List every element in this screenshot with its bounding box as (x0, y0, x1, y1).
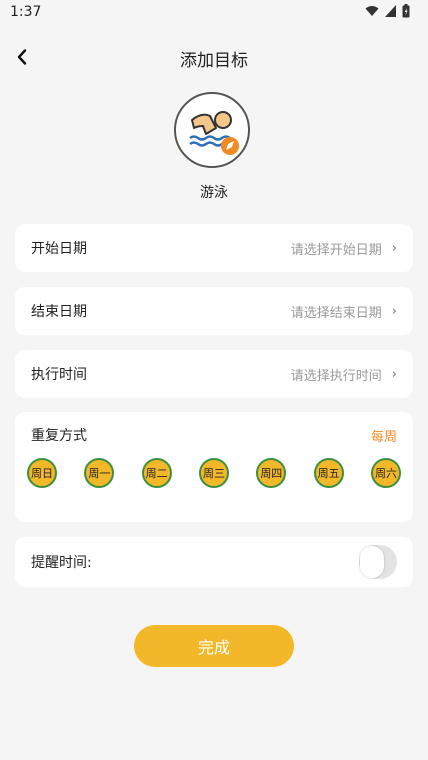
toggle-knob (360, 546, 384, 578)
end-date-value-group: 请选择结束日期 › (291, 302, 397, 321)
status-bar: 1:37 (0, 0, 428, 26)
start-date-value-group: 请选择开始日期 › (291, 239, 397, 258)
page-title: 添加目标 (180, 51, 248, 71)
reminder-card: 提醒时间: (15, 537, 413, 587)
exec-time-label: 执行时间 (31, 367, 87, 383)
chevron-right-icon: › (391, 240, 397, 256)
repeat-mode-selector[interactable]: 每周 (371, 426, 397, 445)
start-date-row[interactable]: 开始日期 请选择开始日期 › (15, 224, 413, 272)
day-monday[interactable]: 周一 (84, 458, 115, 488)
reminder-row: 提醒时间: (15, 537, 413, 587)
start-date-card: 开始日期 请选择开始日期 › (15, 224, 413, 272)
repeat-card: 重复方式 每周 周日 周一 周二 周三 周四 周五 周六 (15, 412, 413, 522)
chevron-right-icon: › (391, 303, 397, 319)
exec-time-placeholder: 请选择执行时间 (290, 368, 382, 384)
end-date-card: 结束日期 请选择结束日期 › (15, 287, 413, 335)
day-sunday[interactable]: 周日 (27, 458, 57, 488)
exec-time-value-group: 请选择执行时间 › (291, 365, 397, 384)
day-saturday[interactable]: 周六 (370, 458, 401, 488)
status-time: 1:37 (10, 4, 42, 20)
done-button[interactable]: 完成 (134, 625, 294, 667)
nav-bar: 添加目标 (0, 38, 428, 76)
end-date-label: 结束日期 (31, 304, 87, 320)
end-date-placeholder: 请选择结束日期 (290, 305, 382, 321)
exec-time-card: 执行时间 请选择执行时间 › (15, 350, 413, 398)
day-friday[interactable]: 周五 (313, 458, 344, 488)
activity-avatar[interactable] (174, 92, 250, 168)
signal-icon (385, 5, 396, 17)
start-date-label: 开始日期 (31, 241, 87, 257)
reminder-toggle[interactable] (359, 543, 397, 581)
chevron-right-icon: › (391, 366, 397, 382)
repeat-header: 重复方式 每周 (15, 412, 413, 458)
battery-icon (402, 4, 410, 18)
start-date-placeholder: 请选择开始日期 (290, 242, 382, 258)
reminder-label: 提醒时间: (31, 555, 92, 571)
status-icons (365, 4, 410, 18)
activity-name: 游泳 (200, 185, 228, 201)
day-wednesday[interactable]: 周三 (198, 458, 229, 488)
day-tuesday[interactable]: 周二 (141, 458, 172, 488)
end-date-row[interactable]: 结束日期 请选择结束日期 › (15, 287, 413, 335)
exec-time-row[interactable]: 执行时间 请选择执行时间 › (15, 350, 413, 398)
wifi-icon (365, 6, 379, 16)
weekday-selector: 周日 周一 周二 周三 周四 周五 周六 (15, 458, 413, 488)
day-thursday[interactable]: 周四 (256, 458, 287, 488)
swimming-icon (189, 111, 239, 155)
repeat-label: 重复方式 (31, 428, 87, 444)
